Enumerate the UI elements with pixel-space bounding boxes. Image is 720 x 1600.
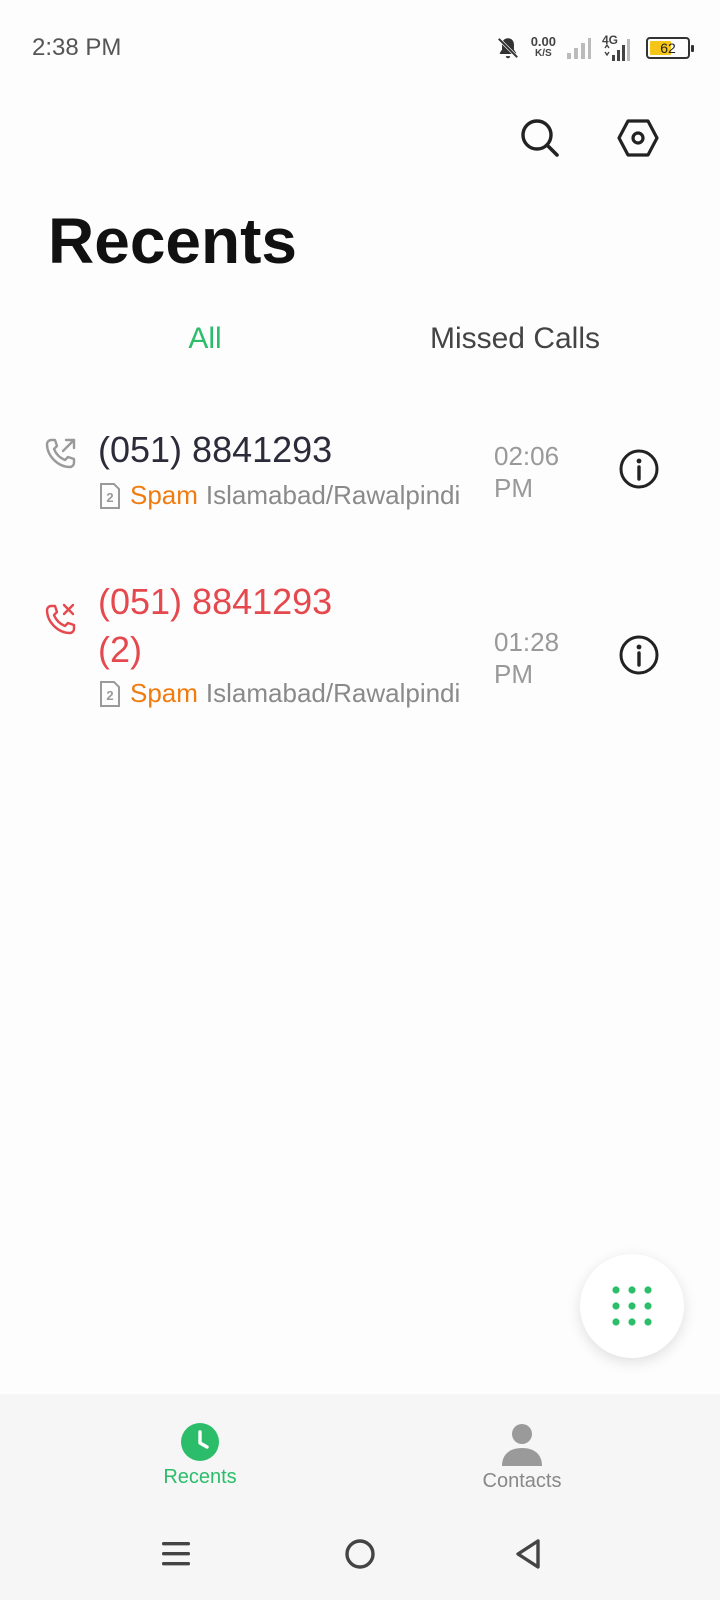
network-type-label: 4G (602, 33, 618, 47)
outgoing-call-icon (45, 438, 76, 469)
battery-nub (691, 45, 694, 52)
signal-4g-icon: 4G (602, 33, 630, 61)
page-title: Recents (48, 205, 297, 277)
sim-slot-number: 2 (106, 688, 113, 703)
call-number: (051) 8841293 (98, 429, 333, 470)
call-time-period: PM (494, 473, 533, 503)
call-row[interactable]: (051) 8841293 2 Spam Islamabad/Rawalpind… (0, 410, 720, 540)
call-location: Islamabad/Rawalpindi (205, 678, 461, 708)
sim-slot-number: 2 (106, 490, 113, 505)
network-speed-unit: K/S (535, 48, 552, 59)
gear-icon (617, 119, 659, 157)
status-time: 2:38 PM (32, 34, 122, 61)
status-bar: 2:38 PM 0.00 K/S 4G 62 (0, 0, 720, 96)
system-home-button[interactable] (340, 1534, 380, 1574)
call-row[interactable]: (051) 8841293 (2) 2 Spam Islamabad/Rawal… (0, 581, 720, 732)
info-icon[interactable] (618, 448, 660, 490)
search-icon (521, 119, 559, 157)
recents-screen: 2:38 PM 0.00 K/S 4G 62 Recents All Misse… (0, 0, 720, 1600)
network-speed: 0.00 K/S (530, 34, 556, 60)
call-time-value: 02:06 (494, 441, 560, 471)
spam-label: Spam (130, 480, 198, 510)
battery-level: 62 (660, 40, 676, 56)
signal-sim1-icon (567, 38, 591, 59)
call-location: Islamabad/Rawalpindi (205, 480, 461, 510)
call-time: 01:28 PM (494, 626, 594, 690)
nav-contacts-label: Contacts (482, 1470, 562, 1492)
missed-call-icon (45, 603, 76, 635)
settings-button[interactable] (612, 112, 664, 164)
sim-card-icon: 2 (100, 680, 120, 707)
system-menu-button[interactable] (156, 1534, 196, 1574)
search-button[interactable] (514, 112, 566, 164)
call-number: (051) 8841293 (2) (98, 578, 488, 674)
menu-icon (162, 1542, 190, 1566)
call-time: 02:06 PM (494, 440, 594, 504)
dialpad-button[interactable] (580, 1254, 684, 1358)
bell-muted-icon (497, 37, 519, 59)
call-time-value: 01:28 (494, 627, 560, 657)
status-icons: 0.00 K/S 4G 62 (495, 30, 694, 66)
nav-contacts[interactable]: Contacts (422, 1422, 622, 1493)
tab-missed-calls[interactable]: Missed Calls (310, 322, 720, 356)
call-time-period: PM (494, 659, 533, 689)
nav-recents[interactable]: Recents (100, 1422, 300, 1489)
clock-icon (181, 1423, 219, 1461)
nav-recents-label: Recents (163, 1466, 237, 1488)
network-speed-value: 0.00 (530, 34, 556, 49)
person-icon (502, 1424, 542, 1466)
spam-label: Spam (130, 678, 198, 708)
home-circle-icon (345, 1539, 375, 1569)
call-meta: 2 Spam Islamabad/Rawalpindi (98, 480, 460, 511)
system-back-button[interactable] (508, 1534, 548, 1574)
back-triangle-icon (516, 1539, 540, 1569)
call-meta: 2 Spam Islamabad/Rawalpindi (98, 678, 460, 709)
info-icon[interactable] (618, 634, 660, 676)
dialpad-icon (612, 1286, 652, 1326)
battery-icon: 62 (646, 37, 694, 59)
sim-card-icon: 2 (100, 482, 120, 509)
call-number-value: (051) 8841293 (98, 581, 333, 622)
call-count: (2) (98, 629, 142, 670)
